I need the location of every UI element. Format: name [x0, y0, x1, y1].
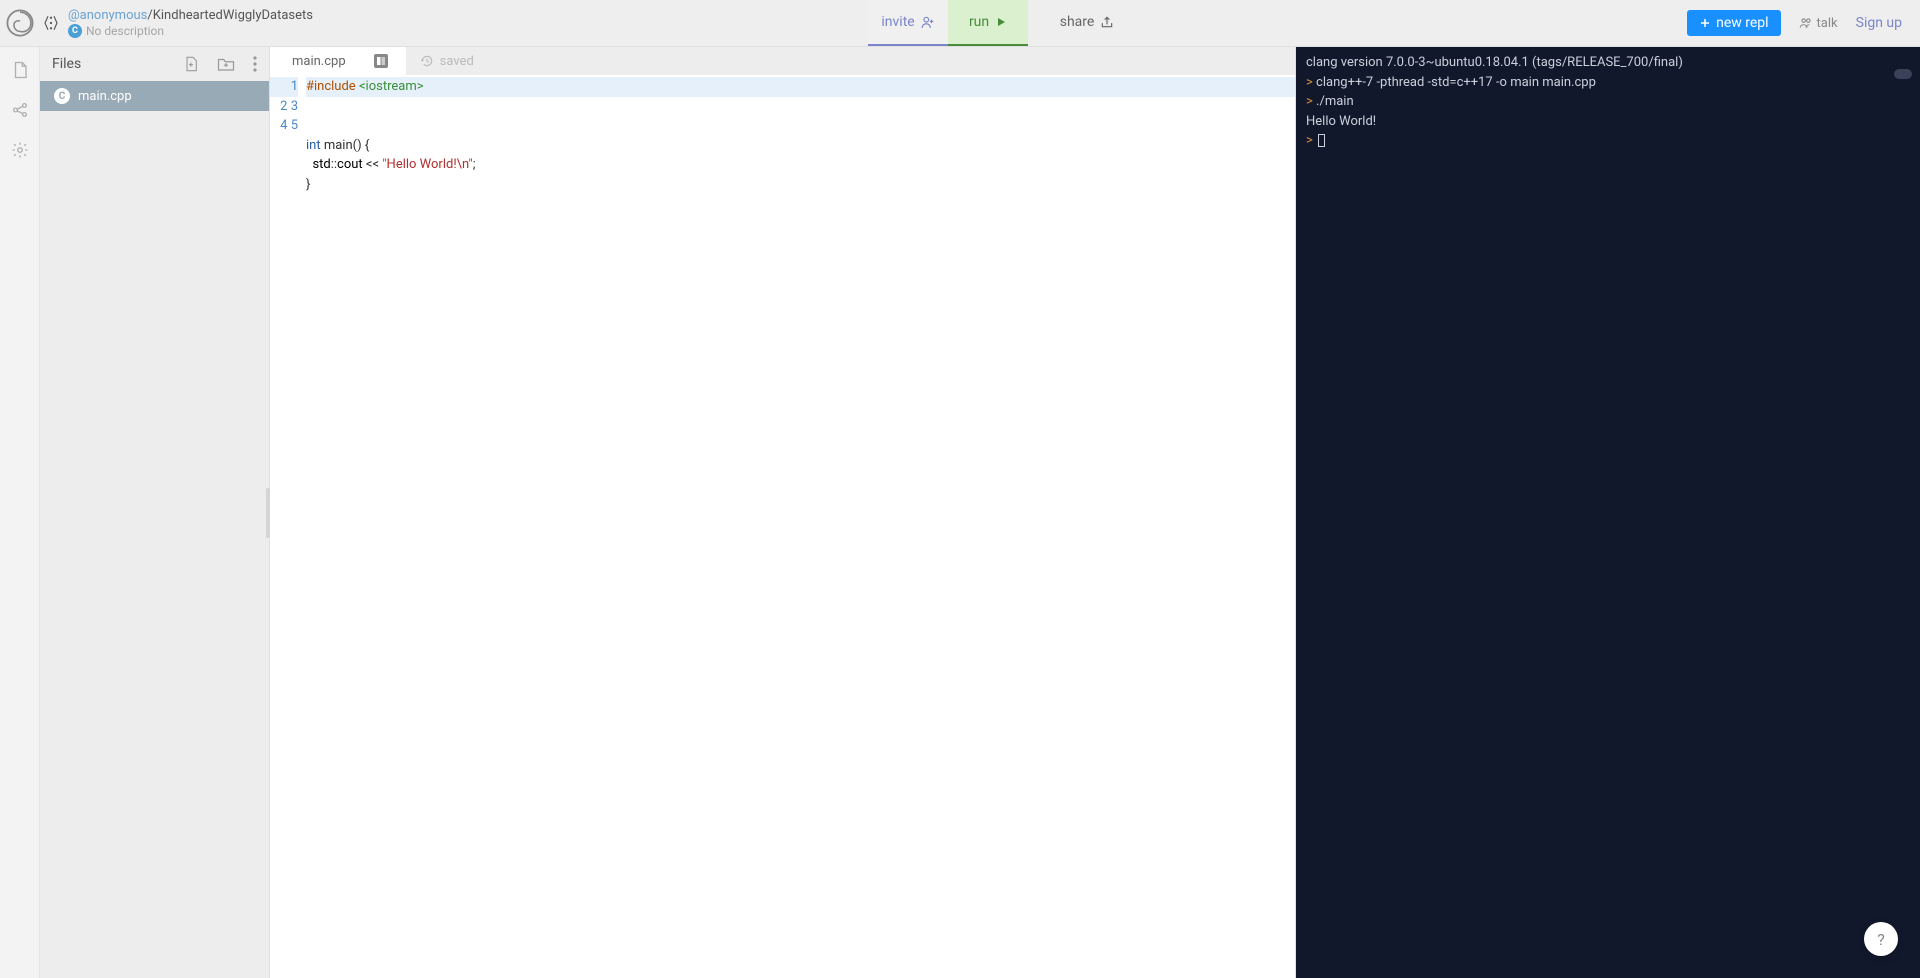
run-button[interactable]: run [948, 0, 1028, 46]
more-icon[interactable] [253, 56, 257, 72]
terminal-prompt-line: > [1306, 131, 1910, 151]
repl-name: /KindheartedWigglyDatasets [147, 8, 313, 23]
terminal-line: > clang++-7 -pthread -std=c++17 -o main … [1306, 73, 1910, 93]
files-title: Files [52, 56, 81, 72]
repl-description: No description [86, 24, 164, 38]
new-folder-icon[interactable] [217, 56, 235, 72]
share-icon [1100, 15, 1114, 29]
new-file-icon[interactable] [183, 56, 199, 72]
tab-filename: main.cpp [292, 54, 346, 69]
layout-icon[interactable] [374, 54, 388, 68]
line-gutter: 12 3 4 5 [270, 75, 306, 978]
files-header: Files [40, 47, 269, 81]
terminal-toggle[interactable] [1894, 69, 1912, 79]
play-icon [995, 16, 1007, 28]
code-editor[interactable]: 12 3 4 5 #include <iostream> int main() … [270, 75, 1295, 978]
editor-tab[interactable]: main.cpp [270, 47, 406, 75]
replit-logo[interactable] [0, 0, 40, 47]
invite-button[interactable]: invite [868, 0, 948, 46]
saved-label: saved [440, 54, 474, 69]
history-icon [420, 54, 434, 68]
file-language-badge: C [54, 88, 70, 104]
people-icon [1799, 17, 1813, 29]
share-nodes-icon[interactable] [11, 101, 29, 119]
saved-indicator: saved [420, 47, 474, 75]
spiral-logo-icon [5, 8, 35, 38]
header-bar: @anonymous/KindheartedWigglyDatasets C N… [0, 0, 1920, 47]
repl-meta: @anonymous/KindheartedWigglyDatasets C N… [68, 8, 313, 38]
header-right: new repl talk Sign up [1687, 10, 1902, 36]
files-panel: Files C main.cpp [40, 47, 270, 978]
editor-tab-bar: main.cpp saved [270, 47, 1295, 75]
activity-bar [0, 47, 40, 978]
terminal-line: > ./main [1306, 92, 1910, 112]
editor-panel: main.cpp saved 12 3 4 5 #include <iostre… [270, 47, 1296, 978]
file-name: main.cpp [78, 89, 132, 104]
invite-label: invite [881, 14, 914, 30]
panel-resize-handle[interactable] [266, 488, 270, 538]
language-badge: C [68, 24, 82, 38]
share-button[interactable]: share [1042, 0, 1132, 46]
share-label: share [1060, 14, 1095, 30]
center-actions: invite run share [868, 0, 1132, 46]
person-plus-icon [921, 15, 935, 29]
terminal-cursor [1318, 134, 1325, 147]
terminal-line: clang version 7.0.0-3~ubuntu0.18.04.1 (t… [1306, 53, 1910, 73]
new-repl-label: new repl [1716, 15, 1768, 31]
files-list: C main.cpp [40, 81, 269, 978]
terminal-line: Hello World! [1306, 112, 1910, 132]
talk-link[interactable]: talk [1799, 16, 1838, 31]
new-repl-button[interactable]: new repl [1687, 10, 1780, 36]
code-content: #include <iostream> int main() { std::co… [306, 75, 1295, 978]
file-item[interactable]: C main.cpp [40, 81, 269, 111]
help-button[interactable]: ? [1864, 922, 1898, 956]
run-label: run [969, 14, 989, 30]
files-icon[interactable] [11, 61, 29, 79]
repl-owner-link[interactable]: @anonymous [68, 8, 147, 23]
main-region: Files C main.cpp main. [0, 47, 1920, 978]
code-icon [38, 14, 64, 32]
plus-icon [1699, 17, 1711, 29]
talk-label: talk [1817, 16, 1838, 31]
help-label: ? [1877, 930, 1885, 949]
terminal-panel[interactable]: clang version 7.0.0-3~ubuntu0.18.04.1 (t… [1296, 47, 1920, 978]
signup-link[interactable]: Sign up [1856, 15, 1902, 31]
settings-icon[interactable] [11, 141, 29, 159]
